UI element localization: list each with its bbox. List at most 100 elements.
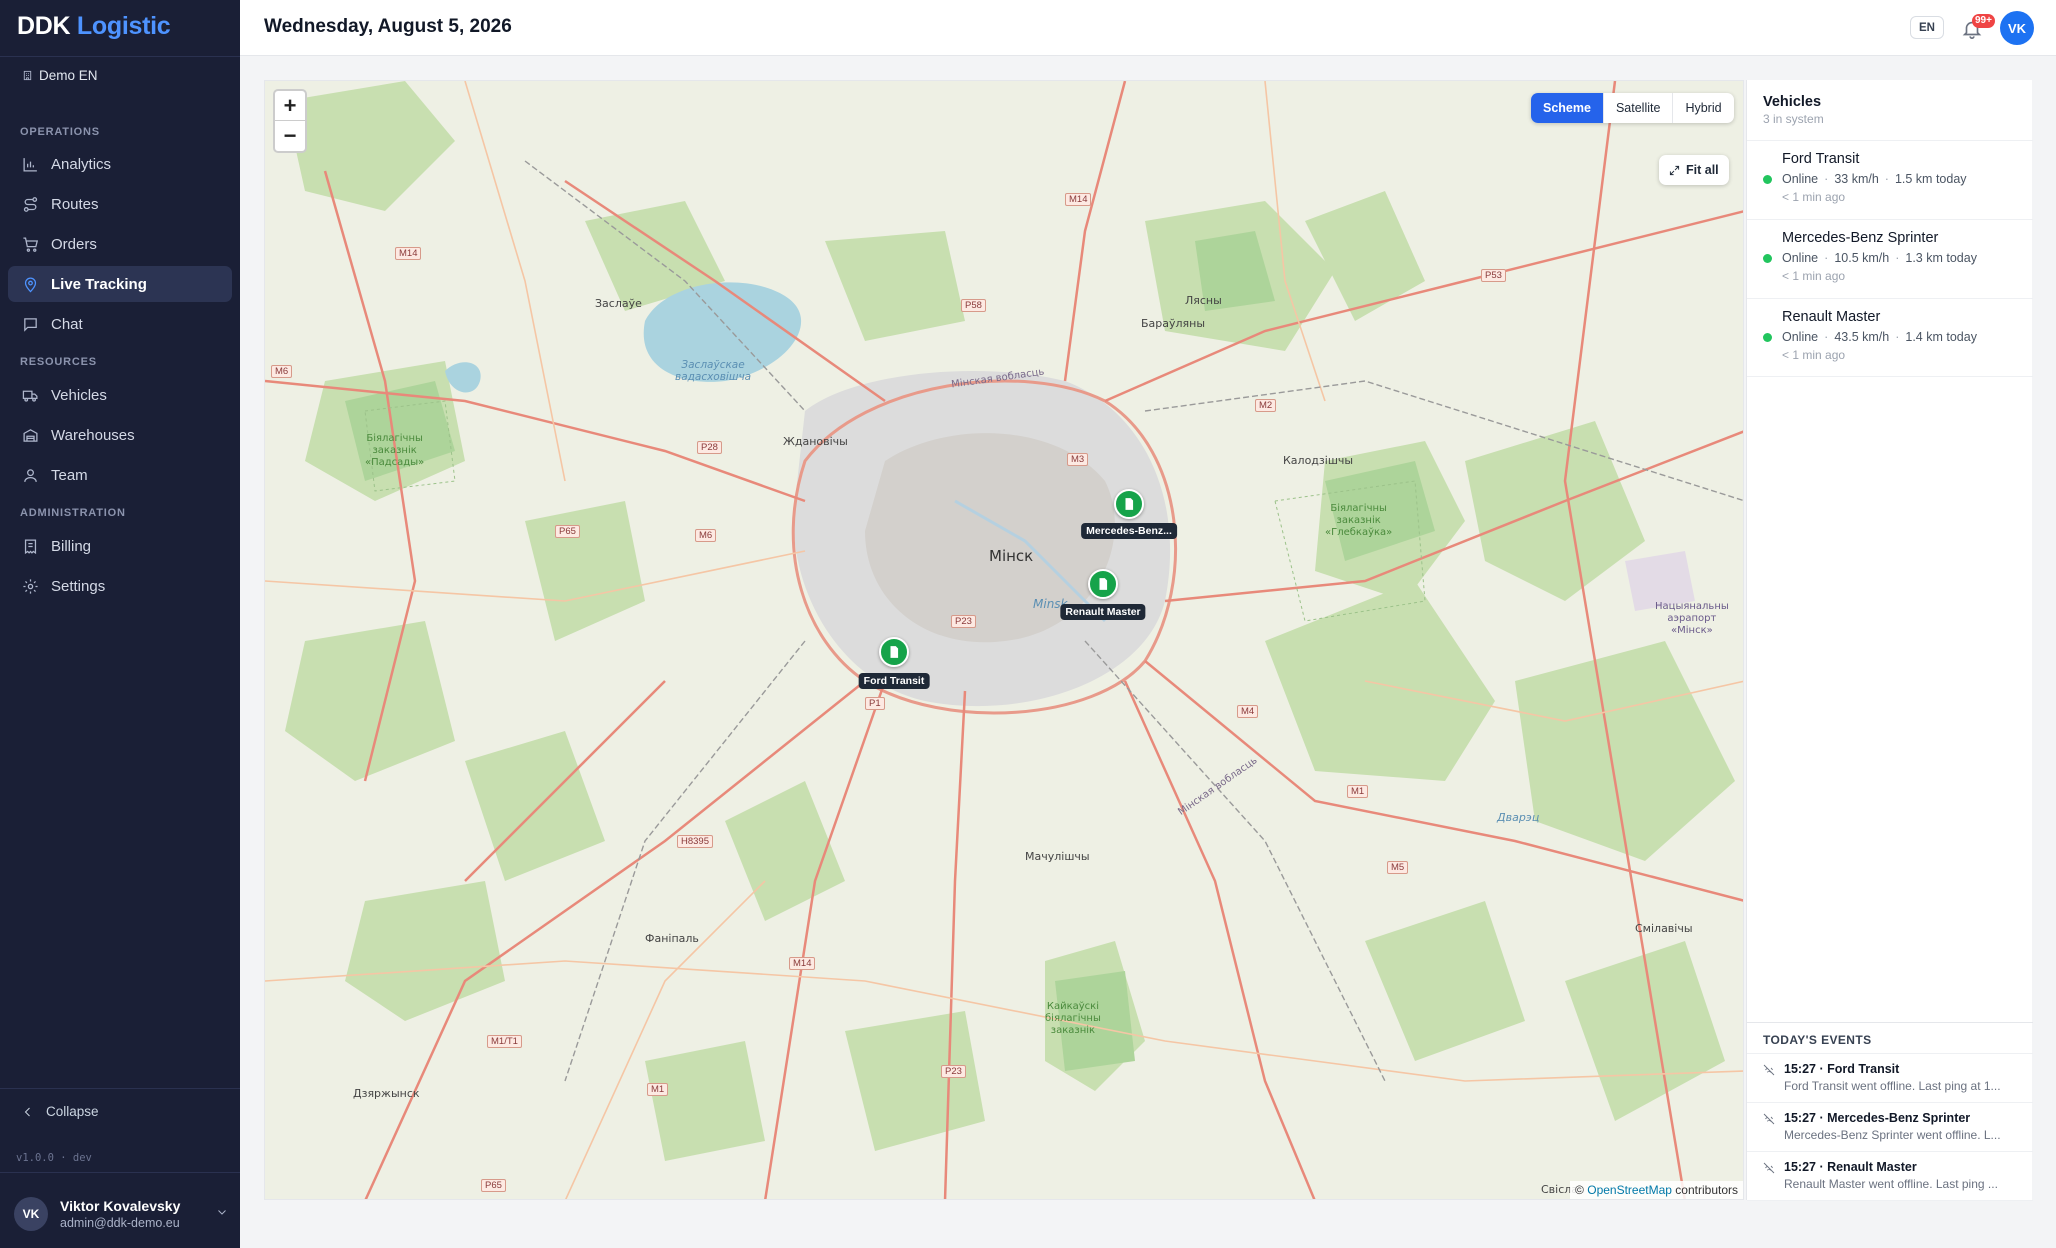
vehicle-list-item[interactable]: Ford Transit Online · 33 km/h · 1.5 km today…	[1747, 140, 2033, 219]
road-shield: M14	[1065, 193, 1092, 206]
map-label-minsk: Мінск	[989, 547, 1034, 565]
organization-name: Demo EN	[39, 68, 98, 83]
map-label-lyasny: Лясны	[1185, 294, 1222, 307]
nav-label: Billing	[51, 537, 92, 555]
nav-label: Team	[51, 466, 88, 484]
app-logo[interactable]: DDK Logistic	[17, 12, 171, 41]
vehicle-marker-ford-transit[interactable]	[879, 637, 909, 667]
event-item[interactable]: 15:27 · Renault Master Renault Master we…	[1747, 1152, 2033, 1201]
nav-live-tracking[interactable]: Live Tracking	[8, 266, 232, 302]
zoom-in-button[interactable]: +	[275, 91, 305, 121]
nav-team[interactable]: Team	[8, 457, 232, 493]
route-icon	[23, 196, 38, 212]
vehicle-name: Ford Transit	[1782, 151, 1860, 167]
header-avatar[interactable]: VK	[2000, 11, 2034, 45]
chevron-left-icon	[24, 1107, 30, 1116]
user-menu[interactable]: VK Viktor Kovalevsky admin@ddk-demo.eu	[14, 1192, 228, 1236]
road-shield: M5	[1387, 861, 1409, 874]
nav-orders[interactable]: Orders	[8, 226, 232, 262]
receipt-icon	[24, 538, 37, 554]
map-tiles[interactable]	[265, 81, 1744, 1200]
nav-vehicles[interactable]: Vehicles	[8, 377, 232, 413]
vehicle-marker-mercedes-sprinter[interactable]	[1114, 489, 1144, 519]
vehicle-marker-label[interactable]: Ford Transit	[858, 673, 930, 689]
vehicle-last-seen: < 1 min ago	[1782, 190, 1846, 204]
notification-count-badge: 99+	[1972, 14, 1995, 28]
vehicle-marker-label[interactable]: Renault Master	[1060, 604, 1146, 620]
nav-warehouses[interactable]: Warehouses	[8, 417, 232, 453]
status-dot	[1763, 175, 1772, 184]
collapse-button[interactable]: Collapse	[22, 1104, 99, 1119]
map-label-kaikauski-reserve: Кайкаўскі біялагічны заказнік	[1045, 1001, 1101, 1036]
nav-billing[interactable]: Billing	[8, 528, 232, 564]
nav-settings[interactable]: Settings	[8, 568, 232, 604]
fit-all-label: Fit all	[1686, 163, 1719, 177]
document-icon	[1125, 498, 1134, 510]
panel-title: Vehicles	[1763, 94, 1822, 110]
map-label-smilavichy: Смілавічы	[1635, 922, 1693, 935]
nav-label: Warehouses	[51, 426, 135, 444]
vehicle-meta: Online · 10.5 km/h · 1.3 km today	[1782, 251, 1977, 265]
document-icon	[1099, 578, 1108, 590]
vehicle-marker-label[interactable]: Mercedes-Benz...	[1081, 523, 1177, 539]
live-map[interactable]: Заслаўе Заслаўскае вадасховішча Ждановіч…	[264, 80, 1744, 1200]
nav-analytics[interactable]: Analytics	[8, 146, 232, 182]
notifications-button[interactable]: 99+	[1958, 14, 1995, 42]
vehicle-marker-renault-master[interactable]	[1088, 569, 1118, 599]
organization-switcher[interactable]: Demo EN	[22, 68, 98, 83]
event-item[interactable]: 15:27 · Mercedes-Benz Sprinter Mercedes-…	[1747, 1103, 2033, 1152]
map-label-fanipal: Фаніпаль	[645, 932, 699, 945]
road-shield: P65	[555, 525, 580, 538]
event-item[interactable]: 15:27 · Ford Transit Ford Transit went o…	[1747, 1054, 2033, 1103]
sidebar-divider	[0, 1172, 240, 1173]
sidebar: DDK Logistic Demo EN OPERATIONS Analytic…	[0, 0, 240, 1248]
language-switcher[interactable]: EN	[1910, 16, 1944, 39]
zoom-control: + −	[273, 89, 307, 153]
map-label-machulishchy: Мачулішчы	[1025, 850, 1090, 863]
openstreetmap-link[interactable]: OpenStreetMap	[1587, 1183, 1672, 1197]
truck-icon	[22, 390, 38, 402]
vehicle-list-item[interactable]: Mercedes-Benz Sprinter Online · 10.5 km/h ·…	[1747, 219, 2033, 298]
map-label-barauliany: Бараўляны	[1141, 317, 1206, 330]
map-label-zhdanovichy: Ждановічы	[783, 435, 848, 448]
event-description: Ford Transit went offline. Last ping at …	[1784, 1079, 2001, 1093]
nav-chat[interactable]: Chat	[8, 306, 232, 342]
warehouse-icon	[23, 428, 38, 442]
road-shield: P23	[941, 1065, 966, 1078]
map-type-satellite[interactable]: Satellite	[1602, 93, 1672, 123]
map-label-glebkauka-reserve: Біялагічны заказнік «Глебкаўка»	[1325, 503, 1393, 538]
nav-label: Analytics	[51, 155, 112, 173]
road-shield: P53	[1481, 269, 1506, 282]
road-shield: P23	[951, 615, 976, 628]
road-shield: M14	[789, 957, 816, 970]
gear-icon	[23, 578, 38, 594]
map-label-zaslauye: Заслаўе	[595, 297, 642, 310]
map-type-hybrid[interactable]: Hybrid	[1672, 93, 1733, 123]
nav-routes[interactable]: Routes	[8, 186, 232, 222]
vehicle-list-item[interactable]: Renault Master Online · 43.5 km/h · 1.4 km t…	[1747, 298, 2033, 377]
event-title: 15:27 · Ford Transit	[1784, 1062, 1900, 1076]
fit-all-button[interactable]: Fit all	[1659, 155, 1729, 185]
vehicle-last-seen: < 1 min ago	[1782, 348, 1846, 362]
building-icon	[23, 70, 32, 81]
road-shield: M1/T1	[487, 1035, 522, 1048]
vehicle-meta: Online · 33 km/h · 1.5 km today	[1782, 172, 1967, 186]
user-email: admin@ddk-demo.eu	[60, 1216, 180, 1230]
nav-label: Settings	[51, 577, 106, 595]
road-shield: M6	[695, 529, 717, 542]
nav-label: Routes	[51, 195, 99, 213]
event-description: Renault Master went offline. Last ping .…	[1784, 1177, 1998, 1191]
bar-chart-icon	[23, 157, 37, 172]
map-pin-icon	[24, 277, 37, 292]
signal-off-icon	[1763, 1064, 1775, 1076]
section-resources: RESOURCES	[20, 356, 97, 368]
map-label-kalodzishchy: Калодзішчы	[1283, 454, 1354, 467]
panel-subtitle: 3 in system	[1763, 112, 1824, 126]
sidebar-divider	[0, 1088, 240, 1089]
map-type-scheme[interactable]: Scheme	[1531, 93, 1603, 123]
vehicle-name: Mercedes-Benz Sprinter	[1782, 230, 1939, 246]
section-administration: ADMINISTRATION	[20, 507, 126, 519]
zoom-out-button[interactable]: −	[275, 121, 305, 151]
page-date: Wednesday, August 5, 2026	[264, 16, 512, 37]
chevron-down-icon	[218, 1210, 226, 1215]
